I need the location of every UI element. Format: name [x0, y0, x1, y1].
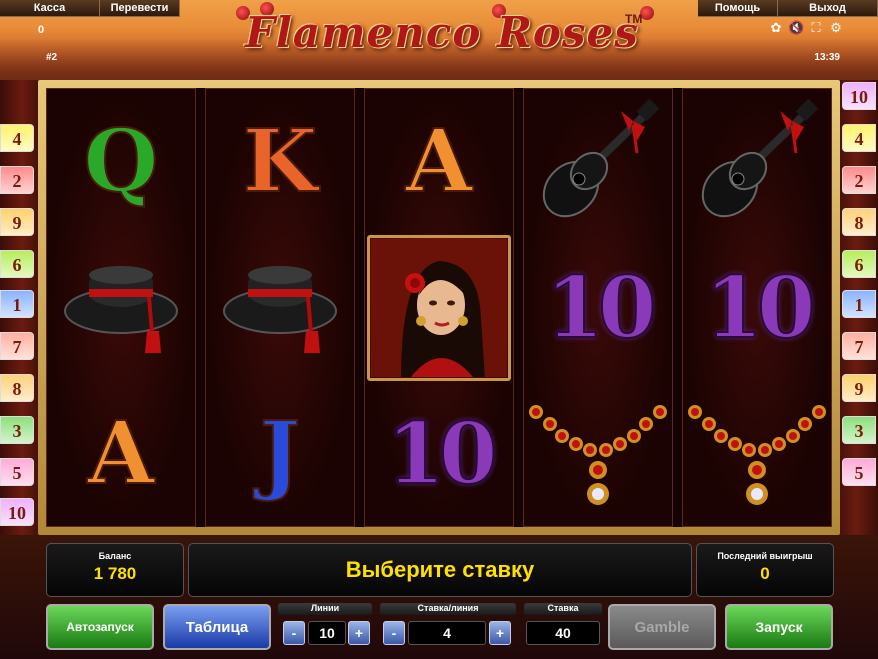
gamble-button[interactable]: Gamble — [608, 604, 716, 650]
payline-tag-left[interactable]: 6 — [0, 250, 34, 278]
last-win-value: 0 — [760, 564, 770, 583]
payline-tag-right[interactable]: 2 — [842, 166, 876, 194]
payline-tag-right[interactable]: 7 — [842, 332, 876, 360]
reel-cell: J — [206, 381, 354, 527]
reel-3: A 10 — [364, 88, 514, 527]
rose-icon[interactable]: ✿ — [768, 20, 784, 36]
guitar-symbol-icon — [524, 89, 672, 235]
reel-area[interactable]: Q A K J A 10 10 10 — [46, 88, 832, 527]
credit-counter: 0 — [38, 24, 45, 36]
reel-cell: A — [47, 381, 195, 527]
flamenca-portrait — [367, 235, 511, 381]
reel-2: KJ — [205, 88, 355, 527]
payline-tag-right[interactable]: 10 — [842, 82, 876, 110]
bet-per-line-decrease-button[interactable]: - — [383, 621, 405, 645]
bet-label: Ставка — [547, 603, 579, 613]
payline-tag-left[interactable]: 2 — [0, 166, 34, 194]
payline-tag-right[interactable]: 9 — [842, 374, 876, 402]
reel-cell: 10 — [683, 235, 831, 381]
balance-display: Баланс 1 780 — [46, 543, 184, 597]
lines-decrease-button[interactable]: - — [283, 621, 305, 645]
last-win-label: Последний выигрыш — [717, 551, 813, 561]
game-logo: Flamenco Roses — [245, 8, 639, 57]
lines-label: Линии — [310, 603, 340, 613]
flamenca-symbol-icon — [365, 235, 513, 381]
reel-cell: A — [365, 89, 513, 235]
payline-tag-right[interactable]: 1 — [842, 290, 876, 318]
reel-1: QA — [46, 88, 196, 527]
bet-per-line-value: 4 — [408, 621, 486, 645]
symbol-a: A — [405, 111, 474, 212]
help-button[interactable]: Помощь — [698, 0, 778, 17]
reel-5: 10 — [682, 88, 832, 527]
symbol-ten: 10 — [386, 404, 499, 503]
message-display: Выберите ставку — [188, 543, 692, 597]
status-message: Выберите ставку — [345, 557, 535, 582]
exit-button[interactable]: Выход — [778, 0, 878, 17]
payline-tag-right[interactable]: 6 — [842, 250, 876, 278]
spin-button[interactable]: Запуск — [725, 604, 833, 650]
trademark: TM — [625, 12, 643, 26]
balance-label: Баланс — [98, 551, 132, 561]
payline-tag-left[interactable]: 8 — [0, 374, 34, 402]
symbol-j: J — [259, 403, 302, 504]
control-panel: Баланс 1 780 Выберите ставку Последний в… — [0, 535, 878, 659]
reel-cell: K — [206, 89, 354, 235]
bet-per-line-label: Ставка/линия — [417, 603, 479, 613]
balance-value: 1 780 — [93, 564, 137, 583]
payline-tag-left[interactable]: 7 — [0, 332, 34, 360]
symbol-k: K — [242, 111, 319, 212]
bet-per-line-increase-button[interactable]: + — [489, 621, 511, 645]
payline-tag-left[interactable]: 3 — [0, 416, 34, 444]
payline-tag-left[interactable]: 10 — [0, 498, 34, 526]
lines-increase-button[interactable]: + — [348, 621, 370, 645]
symbol-q: Q — [83, 111, 160, 212]
game-header: Касса Перевести Помощь Выход 0 #2 13:39 … — [0, 0, 878, 80]
payline-tag-left[interactable]: 9 — [0, 208, 34, 236]
reel-cell: Q — [47, 89, 195, 235]
header-icons: ✿ 🔇 ⛶ ⚙ — [768, 20, 844, 36]
payline-tag-right[interactable]: 4 — [842, 124, 876, 152]
reel-4: 10 — [523, 88, 673, 527]
transfer-button[interactable]: Перевести — [100, 0, 180, 17]
reel-cell: 10 — [524, 235, 672, 381]
symbol-ten: 10 — [545, 258, 658, 357]
payline-tag-right[interactable]: 5 — [842, 458, 876, 486]
cashier-button[interactable]: Касса — [0, 0, 100, 17]
payline-tag-left[interactable]: 5 — [0, 458, 34, 486]
bet-value: 40 — [526, 621, 600, 645]
sound-off-icon[interactable]: 🔇 — [788, 20, 804, 36]
payline-tag-right[interactable]: 3 — [842, 416, 876, 444]
hat-symbol-icon — [47, 235, 195, 381]
paytable-button[interactable]: Таблица — [163, 604, 271, 650]
guitar-symbol-icon — [683, 89, 831, 235]
necklace-symbol-icon — [524, 381, 672, 527]
payline-tag-left[interactable]: 4 — [0, 124, 34, 152]
reel-frame: Q A K J A 10 10 10 — [38, 80, 840, 535]
payline-tag-left[interactable]: 1 — [0, 290, 34, 318]
payline-tag-right[interactable]: 8 — [842, 208, 876, 236]
game-number: #2 — [46, 52, 58, 63]
autostart-button[interactable]: Автозапуск — [46, 604, 154, 650]
symbol-ten: 10 — [704, 258, 817, 357]
symbol-a: A — [87, 403, 156, 504]
settings-icon[interactable]: ⚙ — [828, 20, 844, 36]
clock: 13:39 — [814, 52, 840, 63]
hat-symbol-icon — [206, 235, 354, 381]
necklace-symbol-icon — [683, 381, 831, 527]
reel-cell: 10 — [365, 381, 513, 527]
fullscreen-icon[interactable]: ⛶ — [808, 20, 824, 36]
lines-value: 10 — [308, 621, 346, 645]
last-win-display: Последний выигрыш 0 — [696, 543, 834, 597]
